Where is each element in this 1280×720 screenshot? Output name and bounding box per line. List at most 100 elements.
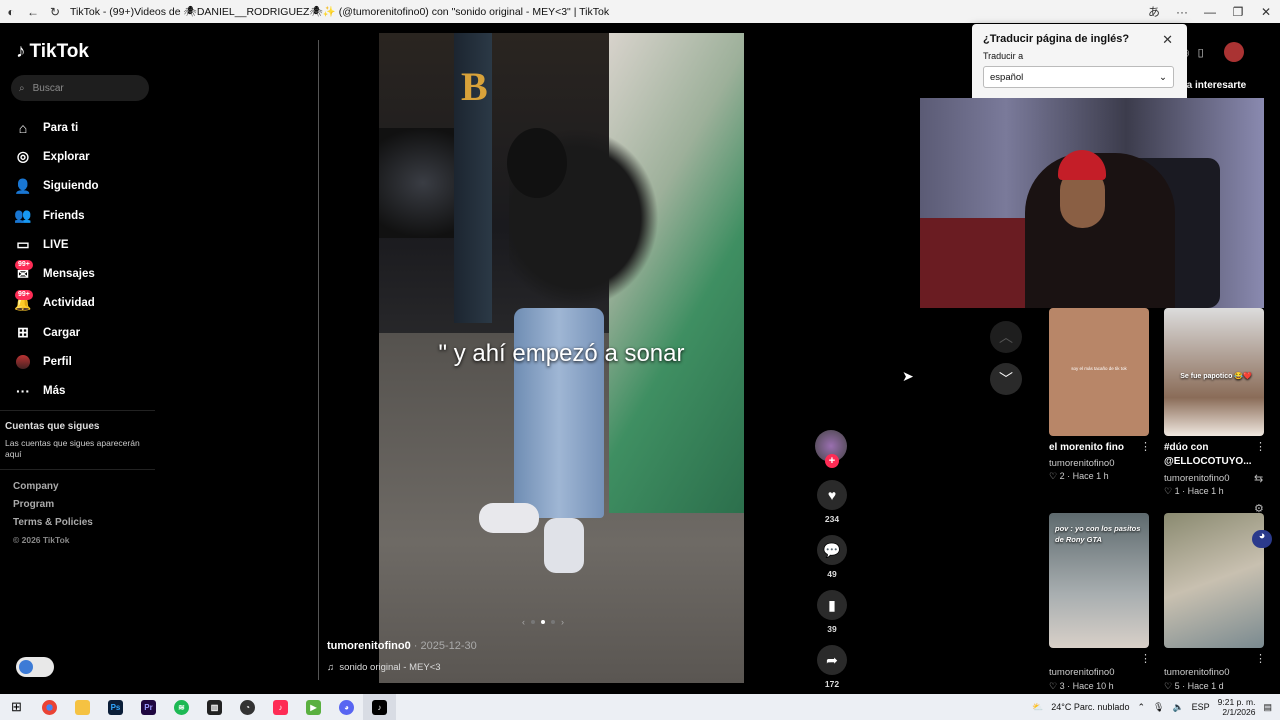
save-button[interactable]: ▮ 39 [815, 590, 849, 636]
prev-video-button[interactable]: ︿ [990, 321, 1022, 353]
like-button[interactable]: ♥ 234 [815, 480, 849, 526]
weather-icon[interactable]: ⛅ [1032, 702, 1043, 713]
footer-link-company[interactable]: Company [13, 481, 93, 499]
clock[interactable]: 9:21 p. m. 2/1/2026 [1218, 697, 1256, 717]
heart-outline-icon: ♡ [1164, 486, 1173, 496]
nav-item-perfil[interactable]: Perfil [13, 347, 99, 376]
audio-app[interactable]: ▥ [198, 694, 231, 720]
follow-plus-icon[interactable]: + [825, 454, 839, 468]
slide-dot[interactable] [531, 620, 535, 624]
obs-app[interactable]: ◔ [231, 694, 264, 720]
upload-icon: ⊞ [17, 324, 29, 341]
slide-dot[interactable] [541, 620, 545, 624]
video-thumbnail[interactable]: soy el más tacaño de tik tok [1049, 308, 1149, 436]
card-title[interactable]: el morenito fino [1049, 441, 1145, 455]
translate-page-icon[interactable]: あ [1140, 3, 1168, 20]
close-icon[interactable]: ✕ [1162, 32, 1173, 48]
nav-item-actividad[interactable]: 🔔 99+ Actividad [13, 289, 99, 318]
card-user[interactable]: tumorenitofino0 [1049, 458, 1114, 469]
footer-link-program[interactable]: Program [13, 499, 93, 517]
reload-icon[interactable]: ↻ [44, 0, 66, 23]
windows-taskbar: ⊞ Ps Pr ≋ ▥ ◔ ♪ ▶ ◕ ♪ ⛅ 24°C Parc. nubla… [0, 694, 1280, 720]
author-avatar[interactable]: + [815, 430, 847, 468]
nav-item-explorar[interactable]: ◎ Explorar [13, 142, 99, 171]
play-icon: ▶ [306, 699, 321, 715]
discord-app[interactable]: ◕ [330, 694, 363, 720]
video-date: · 2025-12-30 [413, 640, 477, 652]
nav-item-friends[interactable]: 👥 Friends [13, 201, 99, 230]
next-video-button[interactable]: ﹀ [990, 363, 1022, 395]
user-avatar[interactable] [1223, 42, 1244, 62]
minimize-button[interactable]: — [1196, 5, 1224, 19]
back-icon[interactable]: ← [22, 0, 44, 23]
translate-subtitle: Traducir a [983, 51, 1024, 61]
tiktok-browser-app[interactable]: ♪ [363, 694, 396, 720]
spotify-app[interactable]: ≋ [165, 694, 198, 720]
video-thumbnail[interactable]: Se fue papotico 😂❤️ [1164, 308, 1264, 436]
next-slide-icon[interactable]: › [561, 617, 564, 627]
browser-titlebar: ◐ ← ↻ TikTok - (99+)Videos de 🕷DANIEL__R… [0, 0, 1280, 23]
video-thumbnail[interactable] [1164, 513, 1264, 648]
system-tray: ⛅ 24°C Parc. nublado ⌃ 🎙 🔈 ESP 9:21 p. m… [1032, 694, 1280, 720]
card-title[interactable]: #dúo con @ELLOCOTUYO... [1164, 441, 1260, 469]
more-options-icon[interactable]: ⋮ [1255, 652, 1266, 665]
share-count: 172 [824, 679, 840, 689]
obs-icon: ◔ [240, 699, 255, 715]
volume-icon[interactable]: 🔈 [1172, 702, 1183, 713]
prev-slide-icon[interactable]: ‹ [522, 617, 525, 627]
music-note-icon: ♫ [327, 662, 335, 673]
windows-icon: ⊞ [11, 699, 22, 714]
notification-icon[interactable]: ▤ [1263, 702, 1272, 713]
comment-button[interactable]: 💬 49 [815, 535, 849, 581]
chevron-down-icon: ﹀ [999, 371, 1013, 387]
nav-item-live[interactable]: ▭ LIVE [13, 230, 99, 259]
side-settings-icon[interactable]: ⚙ [1254, 502, 1264, 515]
card-user[interactable]: tumorenitofino0 [1164, 473, 1229, 484]
nav-item-para-ti[interactable]: ⌂ Para ti [13, 113, 99, 142]
video-sound[interactable]: ♫ sonido original - MEY<3 [327, 662, 441, 673]
app-toggle[interactable] [16, 657, 54, 677]
browser-menu-icon[interactable]: ··· [1168, 5, 1196, 19]
share-button[interactable]: ➦ 172 [815, 645, 849, 691]
lang-indicator[interactable]: ESP [1192, 702, 1210, 712]
card-user[interactable]: tumorenitofino0 [1049, 667, 1114, 678]
chrome-app[interactable] [33, 694, 66, 720]
video-author[interactable]: tumorenitofino0 [327, 640, 411, 652]
nav-item-siguiendo[interactable]: 👤 Siguiendo [13, 172, 98, 201]
tray-chevron-icon[interactable]: ⌃ [1137, 702, 1145, 713]
game-app[interactable]: ▶ [297, 694, 330, 720]
messages-badge: 99+ [15, 260, 33, 271]
card-user[interactable]: tumorenitofino0 [1164, 667, 1229, 678]
discord-icon[interactable]: ◕ [1252, 530, 1272, 548]
side-translate-icon[interactable]: ⇆ [1254, 472, 1263, 485]
video-scene-shoe [544, 518, 584, 573]
slide-dot[interactable] [551, 620, 555, 624]
weather[interactable]: 24°C Parc. nublado [1051, 702, 1129, 712]
more-options-icon[interactable]: ⋮ [1140, 652, 1151, 665]
footer-link-terms[interactable]: Terms & Policies [13, 517, 93, 535]
language-select[interactable]: español ⌄ [983, 66, 1174, 88]
close-window-button[interactable]: ✕ [1252, 5, 1280, 19]
maximize-button[interactable]: ❐ [1224, 5, 1252, 19]
video-thumbnail[interactable]: pov : yo con los pasitos de Rony GTA [1049, 513, 1149, 648]
thumbnail-text: Se fue papotico 😂❤️ [1180, 373, 1252, 380]
device-icon[interactable]: ▯ [1198, 46, 1204, 59]
nav-item-mas[interactable]: ··· Más [13, 377, 99, 406]
premiere-app[interactable]: Pr [132, 694, 165, 720]
discord-taskbar-icon: ◕ [339, 699, 354, 715]
explorer-app[interactable] [66, 694, 99, 720]
tiktok-logo[interactable]: ♪ TikTok [16, 41, 89, 63]
webcam-bed [920, 218, 1040, 308]
mic-icon[interactable]: 🎙 [1153, 702, 1164, 713]
more-options-icon[interactable]: ⋮ [1140, 440, 1151, 453]
start-button[interactable]: ⊞ [0, 694, 33, 720]
photoshop-app[interactable]: Ps [99, 694, 132, 720]
tiktok-app[interactable]: ♪ [264, 694, 297, 720]
nav-item-mensajes[interactable]: ✉ 99+ Mensajes [13, 259, 99, 288]
video-scene-sign: B [461, 64, 488, 109]
nav-item-cargar[interactable]: ⊞ Cargar [13, 318, 99, 347]
video-scene-head [507, 128, 567, 198]
heart-outline-icon: ♡ [1049, 471, 1058, 481]
search-input[interactable]: ⌕ Buscar [11, 75, 149, 101]
more-options-icon[interactable]: ⋮ [1255, 440, 1266, 453]
